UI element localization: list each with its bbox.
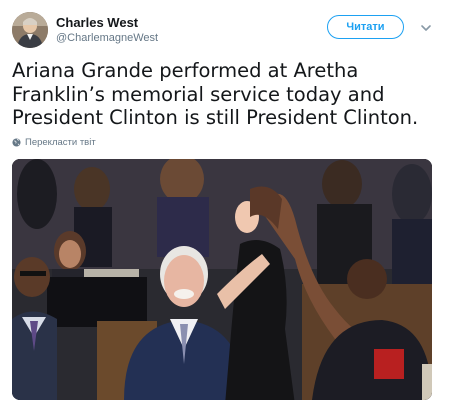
follow-button[interactable]: Читати	[327, 15, 404, 39]
tweet-text: Ariana Grande performed at Aretha Frankl…	[12, 59, 419, 129]
author-handle[interactable]: @CharlemagneWest	[56, 31, 158, 45]
globe-icon	[12, 138, 21, 147]
author-name[interactable]: Charles West	[56, 15, 138, 31]
avatar[interactable]	[12, 12, 48, 48]
chevron-down-icon[interactable]	[420, 21, 432, 33]
tweet-media-image[interactable]	[12, 159, 432, 400]
translate-label: Перекласти твіт	[25, 137, 96, 148]
translate-tweet-link[interactable]: Перекласти твіт	[12, 137, 96, 148]
